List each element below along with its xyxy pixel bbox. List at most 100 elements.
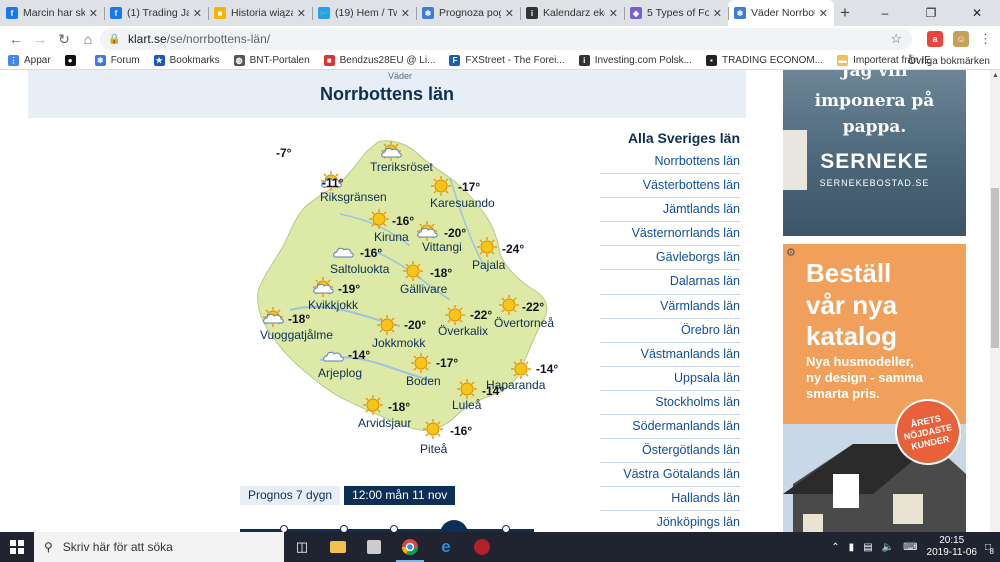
city-name[interactable]: Gällivare	[400, 282, 447, 296]
close-tab-icon[interactable]: ✕	[89, 7, 98, 20]
bookmark-item[interactable]: i Investing.com Polsk...	[578, 55, 692, 66]
edge-icon[interactable]: e	[428, 532, 464, 562]
city-name[interactable]: Pajala	[472, 258, 505, 272]
close-tab-icon[interactable]: ✕	[401, 7, 410, 20]
battery-icon[interactable]: ▮	[849, 542, 855, 553]
restore-icon[interactable]: ❐	[908, 0, 954, 26]
county-link[interactable]: Jönköpings län	[600, 511, 740, 532]
bookmark-item[interactable]: ▪ TRADING ECONOM...	[705, 55, 823, 66]
browser-tab[interactable]: 🐦 (19) Hem / Twi ✕	[312, 0, 416, 26]
county-link[interactable]: Västra Götalands län	[600, 463, 740, 488]
county-link[interactable]: Hallands län	[600, 487, 740, 512]
county-link[interactable]: Västernorrlands län	[600, 222, 740, 247]
city-name[interactable]: Kiruna	[374, 230, 409, 244]
task-view-icon[interactable]: ◫	[284, 532, 320, 562]
browser-tab[interactable]: i Kalendarz ekon ✕	[520, 0, 624, 26]
advertisement-serneke[interactable]: Jag vill imponera på pappa. SERNEKE SERN…	[783, 70, 966, 236]
county-link[interactable]: Dalarnas län	[600, 270, 740, 295]
close-tab-icon[interactable]: ✕	[297, 7, 306, 20]
taskbar-search-box[interactable]: ⚲ Skriv här för att söka	[34, 532, 284, 562]
county-link[interactable]: Östergötlands län	[600, 439, 740, 464]
city-name[interactable]: Arvidsjaur	[358, 416, 411, 430]
browser-tab[interactable]: ■ Historia wiązań ✕	[208, 0, 312, 26]
address-bar[interactable]: 🔒 klart.se/se/norrbottens-län/ ☆	[100, 28, 912, 50]
slider-tick[interactable]	[502, 525, 510, 532]
chrome-icon[interactable]	[392, 532, 428, 562]
county-link[interactable]: Jämtlands län	[600, 198, 740, 223]
bookmark-item[interactable]: ●	[64, 55, 81, 66]
browser-tab[interactable]: f Marcin har sk ✕	[0, 0, 104, 26]
county-link[interactable]: Örebro län	[600, 319, 740, 343]
county-link[interactable]: Gävleborgs län	[600, 246, 740, 271]
minimize-icon[interactable]: –	[862, 0, 908, 26]
extension-icon[interactable]: a	[927, 31, 943, 47]
bookmark-item[interactable]: ★ Bookmarks	[153, 55, 220, 66]
forward-arrow-icon[interactable]: →	[28, 31, 52, 47]
chevron-up-icon[interactable]: ⌃	[831, 542, 839, 553]
notifications-icon[interactable]: □ 8	[985, 542, 994, 556]
city-name[interactable]: Arjeplog	[318, 366, 362, 380]
close-tab-icon[interactable]: ✕	[713, 7, 722, 20]
close-tab-icon[interactable]: ✕	[819, 7, 828, 20]
slider-handle[interactable]	[440, 520, 468, 532]
county-link[interactable]: Uppsala län	[600, 367, 740, 391]
scroll-up-icon[interactable]: ▲	[992, 72, 999, 79]
windows-start-button[interactable]	[0, 532, 34, 562]
city-name[interactable]: Kvikkjokk	[308, 298, 358, 312]
city-name[interactable]: Piteå	[420, 442, 447, 456]
slider-tick[interactable]	[390, 525, 398, 532]
browser-tab[interactable]: ❄ Väder Norrbott ✕	[728, 0, 834, 26]
bookmark-item[interactable]: F FXStreet - The Forei...	[449, 55, 565, 66]
profile-avatar[interactable]: ☺	[953, 31, 969, 47]
close-tab-icon[interactable]: ✕	[609, 7, 618, 20]
close-tab-icon[interactable]: ✕	[193, 7, 202, 20]
network-icon[interactable]: ▤	[863, 542, 872, 553]
store-icon[interactable]	[356, 532, 392, 562]
city-name[interactable]: Överkalix	[438, 324, 488, 338]
city-name[interactable]: Boden	[406, 374, 441, 388]
reload-icon[interactable]: ↻	[52, 31, 76, 48]
back-arrow-icon[interactable]: ←	[4, 31, 28, 47]
county-link[interactable]: Södermanlands län	[600, 415, 740, 440]
lock-icon[interactable]: 🔒	[108, 34, 122, 45]
slider-tick[interactable]	[340, 525, 348, 532]
bookmark-item[interactable]: ■ Bendzus28EU @ Li...	[323, 55, 435, 66]
page-scrollbar[interactable]: ▲	[990, 70, 1000, 532]
city-name[interactable]: Riksgränsen	[320, 190, 387, 204]
browser-tab[interactable]: ◆ 5 Types of For ✕	[624, 0, 728, 26]
city-name[interactable]: Luleå	[452, 398, 481, 412]
forecast-7-days-tab[interactable]: Prognos 7 dygn	[240, 486, 341, 505]
city-name[interactable]: Treriksröset	[370, 160, 433, 174]
scrollbar-thumb[interactable]	[991, 188, 999, 348]
city-name[interactable]: Övertorneå	[494, 316, 554, 330]
app-red-icon[interactable]	[464, 532, 500, 562]
other-bookmarks[interactable]: Övriga bokmärken	[908, 52, 990, 70]
bookmark-star-icon[interactable]: ☆	[890, 31, 902, 47]
bookmark-item[interactable]: ◍ BNT-Portalen	[233, 55, 310, 66]
county-link[interactable]: Stockholms län	[600, 391, 740, 416]
county-link[interactable]: Västerbottens län	[600, 174, 740, 199]
browser-tab[interactable]: f (1) Trading Jan ✕	[104, 0, 208, 26]
keyboard-icon[interactable]: ⌨	[903, 542, 917, 553]
county-link[interactable]: Norrbottens län	[600, 150, 740, 175]
volume-icon[interactable]: 🔈	[882, 542, 894, 553]
file-explorer-icon[interactable]	[320, 532, 356, 562]
slider-tick[interactable]	[280, 525, 288, 532]
bookmark-item[interactable]: ⋮ Appar	[8, 55, 51, 66]
city-name[interactable]: Vuoggatjålme	[260, 328, 333, 342]
new-tab-plus-icon[interactable]: +	[834, 0, 856, 26]
county-link[interactable]: Västmanlands län	[600, 343, 740, 367]
bookmark-item[interactable]: ❄ Forum	[94, 55, 140, 66]
menu-dots-icon[interactable]: ⋮	[979, 31, 992, 47]
close-window-icon[interactable]: ✕	[954, 0, 1000, 26]
city-name[interactable]: Saltoluokta	[330, 262, 389, 276]
advertisement-catalog[interactable]: ⚙ Beställ vår nya katalog Nya husmodelle…	[783, 244, 966, 532]
county-link[interactable]: Värmlands län	[600, 295, 740, 319]
close-tab-icon[interactable]: ✕	[505, 7, 514, 20]
system-clock[interactable]: 20:15 2019-11-06	[927, 535, 977, 559]
home-icon[interactable]: ⌂	[76, 31, 100, 47]
ad-settings-icon[interactable]: ⚙	[786, 246, 796, 259]
browser-tab[interactable]: ❄ Prognoza pogo ✕	[416, 0, 520, 26]
city-name[interactable]: Vittangi	[422, 240, 462, 254]
city-name[interactable]: Jokkmokk	[372, 336, 425, 350]
